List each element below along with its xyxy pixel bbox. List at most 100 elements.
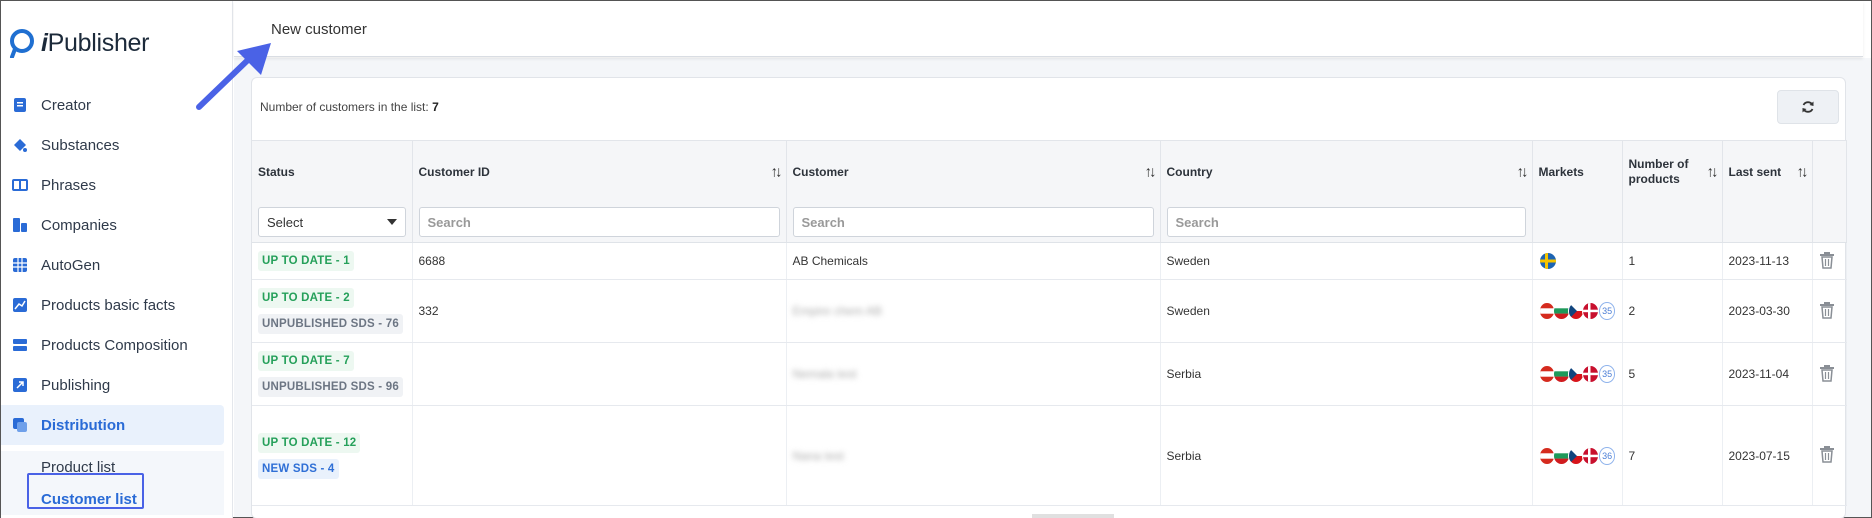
number-of-products-value: 5: [1628, 367, 1636, 381]
new-customer-button[interactable]: New customer: [271, 21, 367, 38]
sort-icon[interactable]: ↑↓: [1797, 163, 1809, 180]
sort-icon[interactable]: ↑↓: [1707, 163, 1719, 180]
country-value: Serbia: [1166, 367, 1202, 381]
status-cell: UP TO DATE - 1: [252, 242, 413, 280]
horizontal-scrollbar[interactable]: [1032, 514, 1114, 518]
sidebar-item-distribution[interactable]: Distribution: [1, 405, 224, 445]
sidebar-item-products-basic-facts[interactable]: Products basic facts: [1, 285, 224, 325]
last-sent-cell: 2023-11-04: [1722, 342, 1813, 406]
sidebar-item-label: Substances: [41, 136, 120, 154]
flag-se-icon: [1538, 252, 1557, 270]
customer-name-value: Nemala test: [792, 367, 857, 381]
column-header-number-of-products[interactable]: Number of products ↑↓: [1622, 140, 1723, 203]
sidebar-item-products-composition[interactable]: Products Composition: [1, 325, 224, 365]
status-badge: UP TO DATE - 12: [258, 432, 361, 453]
topbar: New customer: [234, 1, 1863, 57]
publish-icon: [11, 376, 29, 394]
sidebar-item-creator[interactable]: Creator: [1, 85, 224, 125]
status-badge: NEW SDS - 4: [258, 458, 339, 479]
last-sent-cell: 2023-07-15: [1722, 405, 1813, 506]
markets-filter-cell: [1532, 202, 1623, 243]
sidebar-item-label: Products basic facts: [41, 296, 176, 314]
actions-cell: [1812, 342, 1847, 406]
customer-name-value: AB Chemicals: [792, 254, 868, 268]
last-sent-value: 2023-11-13: [1728, 254, 1790, 268]
trash-icon[interactable]: [1819, 301, 1835, 322]
sidebar-item-label: Creator: [41, 96, 92, 114]
sidebar-item-substances[interactable]: Substances: [1, 125, 224, 165]
customer-id-search-input[interactable]: Search: [418, 207, 780, 238]
more-markets-badge[interactable]: 36: [1598, 446, 1616, 465]
distribution-icon: [11, 416, 29, 434]
customer-search-input[interactable]: Search: [792, 207, 1154, 238]
sort-icon[interactable]: ↑↓: [771, 163, 783, 180]
number-of-products-cell: 2: [1622, 279, 1723, 343]
markets-cell: 35: [1532, 342, 1623, 406]
flag-dk-icon: [1582, 365, 1599, 383]
book-icon: [11, 176, 29, 194]
country-cell: Sweden: [1160, 279, 1533, 343]
column-header-customer[interactable]: Customer ↑↓: [786, 140, 1161, 203]
actions-cell: [1812, 279, 1847, 343]
column-header-customer-id[interactable]: Customer ID ↑↓: [412, 140, 787, 203]
column-header-country[interactable]: Country ↑↓: [1160, 140, 1533, 203]
customer-cell: AB Chemicals: [786, 242, 1161, 280]
trash-icon[interactable]: [1819, 251, 1835, 272]
country-cell: Sweden: [1160, 242, 1533, 280]
column-header-last-sent[interactable]: Last sent ↑↓: [1722, 140, 1813, 203]
market-flags: 35: [1538, 302, 1616, 320]
country-value: Sweden: [1166, 254, 1210, 268]
country-filter-cell: Search: [1160, 202, 1533, 243]
status-select[interactable]: Select: [258, 207, 406, 238]
document-icon: [11, 96, 29, 114]
country-cell: Serbia: [1160, 405, 1533, 506]
sort-icon[interactable]: ↑↓: [1517, 163, 1529, 180]
country-value: Sweden: [1166, 304, 1210, 318]
last-sent-filter-cell: [1722, 202, 1813, 243]
customer-name-value: Nana test: [792, 448, 844, 463]
sort-icon[interactable]: ↑↓: [1145, 163, 1157, 180]
status-badge: UP TO DATE - 7: [258, 351, 354, 371]
annotation-highlight-box: [27, 473, 144, 509]
last-sent-value: 2023-03-30: [1728, 304, 1790, 318]
markets-cell: 36: [1532, 405, 1623, 506]
sidebar-item-autogen[interactable]: AutoGen: [1, 245, 224, 285]
customer-cell: Nemala test: [786, 342, 1161, 406]
customer-list-panel: Number of customers in the list: 7 Statu…: [251, 77, 1847, 518]
trash-icon[interactable]: [1819, 364, 1835, 385]
market-flags: 35: [1538, 365, 1616, 383]
layers-icon: [11, 336, 29, 354]
more-markets-badge[interactable]: 35: [1598, 302, 1616, 320]
more-markets-badge[interactable]: 35: [1598, 365, 1616, 383]
refresh-button[interactable]: [1777, 90, 1839, 124]
table-row[interactable]: UP TO DATE - 12 NEW SDS - 4 Nana test Serbi…: [252, 405, 1847, 506]
building-icon: [11, 216, 29, 234]
table-row[interactable]: UP TO DATE - 7 UNPUBLISHED SDS - 96 Nemala…: [252, 342, 1847, 406]
customer-id-cell: [412, 405, 787, 506]
table-row[interactable]: UP TO DATE - 1 6688 AB Chemicals Sweden 1 202…: [252, 242, 1847, 280]
country-cell: Serbia: [1160, 342, 1533, 406]
sidebar-item-label: Companies: [41, 216, 117, 234]
number-of-products-cell: 1: [1622, 242, 1723, 280]
sidebar-item-companies[interactable]: Companies: [1, 205, 224, 245]
sidebar-item-phrases[interactable]: Phrases: [1, 165, 224, 205]
markets-cell: [1532, 242, 1623, 280]
number-of-products-cell: 5: [1622, 342, 1723, 406]
flag-dk-icon: [1582, 302, 1599, 320]
sidebar-item-publishing[interactable]: Publishing: [1, 365, 224, 405]
country-search-input[interactable]: Search: [1166, 207, 1526, 238]
sidebar-item-label: Publishing: [41, 376, 111, 394]
actions-cell: [1812, 242, 1847, 280]
table-body: UP TO DATE - 1 6688 AB Chemicals Sweden 1 202…: [252, 242, 1847, 506]
number-of-products-cell: 7: [1622, 405, 1723, 506]
sidebar-item-label: Distribution: [41, 416, 126, 434]
last-sent-value: 2023-07-15: [1728, 448, 1790, 463]
grid-icon: [11, 256, 29, 274]
status-cell: UP TO DATE - 2 UNPUBLISHED SDS - 76: [252, 279, 413, 343]
trash-icon[interactable]: [1819, 446, 1835, 466]
last-sent-cell: 2023-11-13: [1722, 242, 1813, 280]
status-badge: UP TO DATE - 2: [258, 288, 354, 308]
column-header-markets: Markets: [1532, 140, 1623, 203]
table-row[interactable]: UP TO DATE - 2 UNPUBLISHED SDS - 76 332 Emp…: [252, 279, 1847, 343]
sidebar-item-label: Products Composition: [41, 336, 188, 354]
